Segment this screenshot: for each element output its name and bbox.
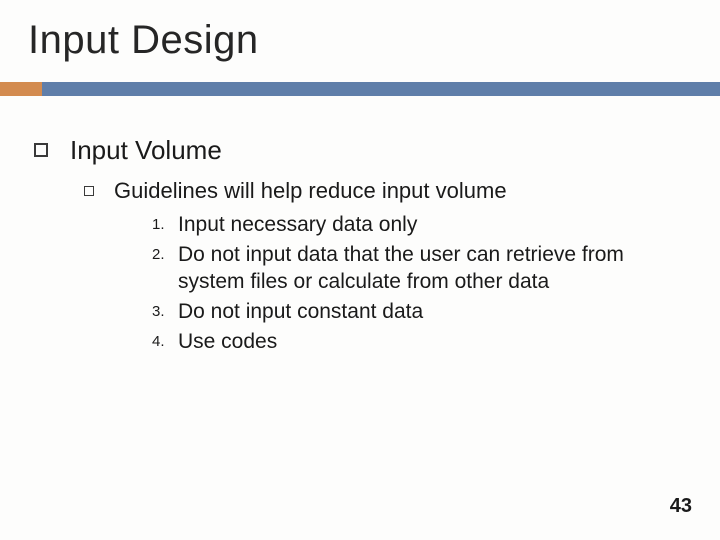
item-number: 1. (152, 212, 178, 233)
bullet-level-1: Input Volume (34, 135, 680, 166)
item-number: 4. (152, 329, 178, 350)
list-item: 3. Do not input constant data (152, 299, 680, 325)
item-number: 3. (152, 299, 178, 320)
level1-text: Input Volume (70, 135, 222, 166)
list-item: 1. Input necessary data only (152, 212, 680, 238)
accent-bar (0, 82, 720, 96)
square-bullet-small-icon (84, 186, 94, 196)
bullet-level-2: Guidelines will help reduce input volume (84, 178, 680, 204)
level2-text: Guidelines will help reduce input volume (114, 178, 507, 204)
item-text: Input necessary data only (178, 212, 417, 238)
item-text: Do not input data that the user can retr… (178, 242, 680, 295)
slide-title: Input Design (28, 18, 259, 63)
slide: Input Design Input Volume Guidelines wil… (0, 0, 720, 540)
list-item: 2. Do not input data that the user can r… (152, 242, 680, 295)
item-number: 2. (152, 242, 178, 263)
square-bullet-icon (34, 143, 48, 157)
slide-body: Input Volume Guidelines will help reduce… (34, 135, 680, 359)
accent-bar-highlight (0, 82, 42, 96)
list-item: 4. Use codes (152, 329, 680, 355)
page-number: 43 (670, 495, 692, 518)
numbered-list: 1. Input necessary data only 2. Do not i… (152, 212, 680, 355)
item-text: Use codes (178, 329, 277, 355)
item-text: Do not input constant data (178, 299, 423, 325)
